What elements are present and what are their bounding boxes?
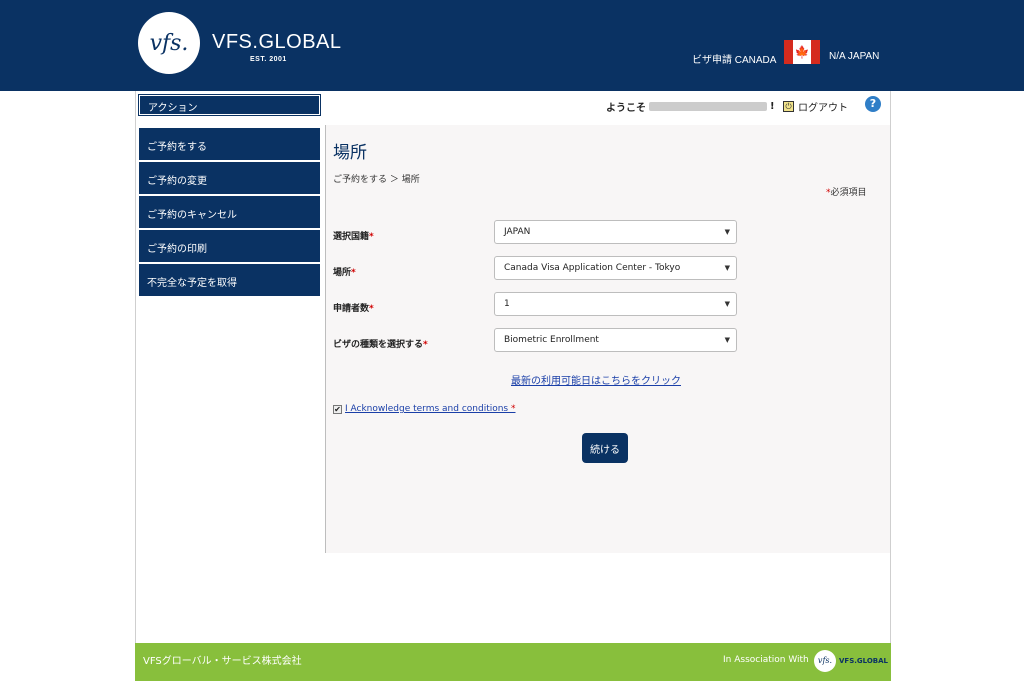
region-label: N/A JAPAN <box>829 51 880 62</box>
sidebar-item-make-booking[interactable]: ご予約をする <box>139 128 320 160</box>
sidebar-item-cancel-booking[interactable]: ご予約のキャンセル <box>139 196 320 228</box>
terms-acknowledgement: ✔ I Acknowledge terms and conditions * <box>333 404 516 414</box>
page-title: 場所 <box>333 143 367 163</box>
canada-flag-icon: 🍁 <box>784 40 820 64</box>
sidebar-item-change-booking[interactable]: ご予約の変更 <box>139 162 320 194</box>
help-icon[interactable]: ? <box>865 96 881 112</box>
applicants-select[interactable]: 1 ▼ <box>494 292 737 316</box>
visa-country-label: ビザ申請 CANADA <box>692 55 777 66</box>
terms-checkbox[interactable]: ✔ <box>333 404 342 414</box>
availability-link[interactable]: 最新の利用可能日はこちらをクリック <box>511 372 681 387</box>
vfs-footer-logo-icon: vfs. <box>814 650 836 672</box>
applicants-label: 申請者数* <box>333 304 374 314</box>
footer-association: In Association With <box>723 655 809 665</box>
footer-logo-name: VFS.GLOBAL <box>839 657 889 665</box>
visa-type-select[interactable]: Biometric Enrollment ▼ <box>494 328 737 352</box>
sidebar-title: アクション <box>138 94 321 116</box>
vfs-logo-icon[interactable]: vfs. <box>138 12 200 74</box>
location-label: 場所* <box>333 268 356 278</box>
chevron-down-icon: ▼ <box>724 264 730 272</box>
nationality-select[interactable]: JAPAN ▼ <box>494 220 737 244</box>
site-footer: VFSグローバル・サービス株式会社 In Association With vf… <box>135 643 891 681</box>
required-note: *必須項目 <box>826 188 867 198</box>
content-divider <box>325 125 326 553</box>
logo-est: EST. 2001 <box>250 56 287 63</box>
footer-company: VFSグローバル・サービス株式会社 <box>143 656 302 667</box>
welcome-message: ようこそ ! <box>606 101 775 114</box>
power-icon: ⏻ <box>783 101 794 112</box>
visa-type-label: ビザの種類を選択する* <box>333 340 428 350</box>
logout-link[interactable]: ⏻ ログアウト <box>783 99 848 114</box>
sidebar-item-incomplete-booking[interactable]: 不完全な予定を取得 <box>139 264 320 296</box>
chevron-down-icon: ▼ <box>724 336 730 344</box>
logo-name: VFS.GLOBAL <box>212 31 342 53</box>
continue-button[interactable]: 続ける <box>582 433 628 463</box>
chevron-down-icon: ▼ <box>724 300 730 308</box>
masked-username <box>649 102 767 111</box>
chevron-down-icon: ▼ <box>724 228 730 236</box>
logout-label: ログアウト <box>798 103 848 114</box>
site-header: vfs. VFS.GLOBAL EST. 2001 ビザ申請 CANADA 🍁 … <box>0 0 1024 91</box>
breadcrumb: ご予約をする ＞ 場所 <box>333 175 420 185</box>
sidebar-menu: ご予約をする ご予約の変更 ご予約のキャンセル ご予約の印刷 不完全な予定を取得 <box>139 128 320 298</box>
sidebar-item-print-booking[interactable]: ご予約の印刷 <box>139 230 320 262</box>
nationality-label: 選択国籍* <box>333 232 374 242</box>
terms-link[interactable]: I Acknowledge terms and conditions * <box>345 404 516 414</box>
location-select[interactable]: Canada Visa Application Center - Tokyo ▼ <box>494 256 737 280</box>
